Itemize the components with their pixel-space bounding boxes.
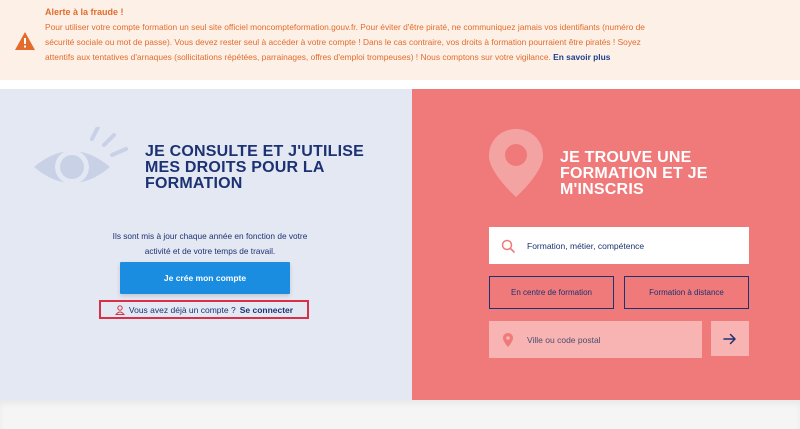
user-icon bbox=[114, 304, 125, 315]
alert-title: Alerte à la fraude ! bbox=[45, 7, 124, 17]
consult-heading: JE CONSULTE ET J'UTILISE MES DROITS POUR… bbox=[145, 143, 365, 192]
distance-training-button[interactable]: Formation à distance bbox=[624, 276, 749, 309]
training-search-field[interactable] bbox=[489, 227, 749, 264]
location-pin-icon bbox=[489, 129, 543, 197]
search-submit-button[interactable] bbox=[711, 321, 749, 356]
alert-message: Pour utiliser votre compte formation un … bbox=[45, 20, 660, 65]
consult-rights-panel: JE CONSULTE ET J'UTILISE MES DROITS POUR… bbox=[0, 89, 412, 400]
location-input[interactable] bbox=[525, 333, 702, 346]
login-prompt-text: Vous avez déjà un compte ? bbox=[128, 304, 236, 315]
find-training-heading: JE TROUVE UNE FORMATION ET JE M'INSCRIS bbox=[560, 149, 708, 198]
page-bottom-strip bbox=[0, 400, 800, 429]
search-icon bbox=[501, 239, 515, 253]
create-account-button[interactable]: Je crée mon compte bbox=[120, 262, 290, 294]
login-link[interactable]: Se connecter bbox=[240, 305, 293, 315]
learn-more-link[interactable]: En savoir plus bbox=[553, 52, 610, 62]
training-search-input[interactable] bbox=[525, 239, 749, 252]
eye-icon bbox=[34, 127, 128, 184]
arrow-right-icon bbox=[723, 333, 736, 344]
rights-description: Ils sont mis à jour chaque année en fonc… bbox=[112, 231, 308, 257]
find-training-panel: JE TROUVE UNE FORMATION ET JE M'INSCRIS … bbox=[412, 89, 800, 400]
map-marker-icon bbox=[503, 332, 513, 347]
login-prompt[interactable]: Vous avez déjà un compte ? Se connecter bbox=[99, 300, 309, 319]
location-field[interactable] bbox=[489, 321, 702, 358]
warning-icon bbox=[15, 32, 35, 50]
fraud-alert-banner: Alerte à la fraude ! Pour utiliser votre… bbox=[0, 0, 800, 80]
in-center-training-button[interactable]: En centre de formation bbox=[489, 276, 614, 309]
